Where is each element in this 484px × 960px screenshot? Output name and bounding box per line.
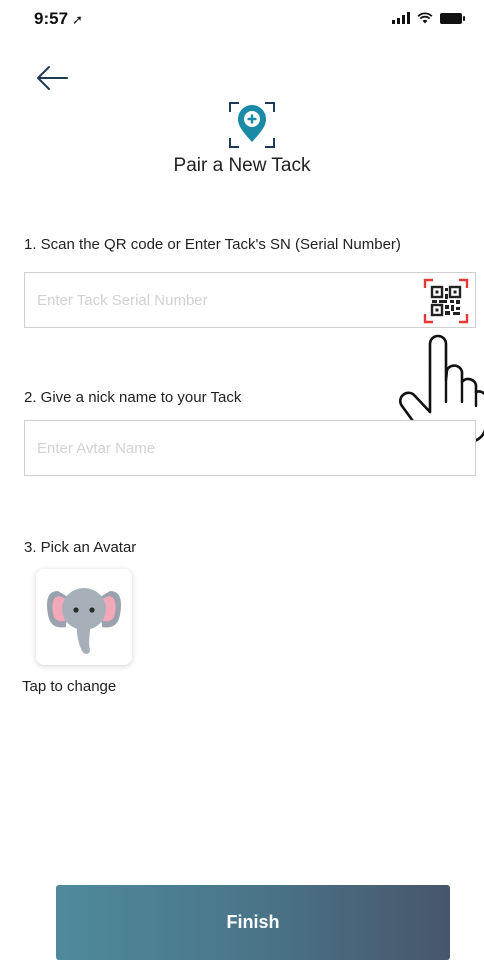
elephant-avatar-icon — [47, 588, 121, 654]
status-time: 9:57 ➚ — [34, 9, 83, 29]
qr-scan-button[interactable] — [423, 278, 469, 324]
nickname-input[interactable] — [25, 421, 417, 475]
status-bar: 9:57 ➚ — [0, 0, 484, 40]
back-arrow-icon — [37, 66, 68, 90]
qr-code-scan-icon — [423, 278, 469, 324]
step2-label: 2. Give a nick name to your Tack — [24, 389, 242, 406]
wifi-icon — [417, 12, 433, 24]
location-pin-add-icon — [229, 102, 275, 148]
finish-button[interactable]: Finish — [56, 885, 450, 960]
cellular-signal-icon — [392, 12, 410, 24]
status-icons — [392, 12, 465, 24]
avatar-picker[interactable] — [36, 569, 132, 665]
nickname-field-box — [24, 420, 476, 476]
status-time-text: 9:57 — [34, 9, 69, 28]
serial-number-field-box — [24, 272, 476, 328]
back-button[interactable] — [34, 63, 70, 93]
battery-icon — [440, 12, 465, 24]
location-arrow-icon: ➚ — [72, 12, 83, 27]
serial-number-input[interactable] — [25, 273, 417, 327]
page-title: Pair a New Tack — [173, 155, 311, 176]
step1-label: 1. Scan the QR code or Enter Tack's SN (… — [24, 236, 401, 253]
tap-to-change-label[interactable]: Tap to change — [22, 678, 116, 695]
step3-label: 3. Pick an Avatar — [24, 539, 137, 556]
